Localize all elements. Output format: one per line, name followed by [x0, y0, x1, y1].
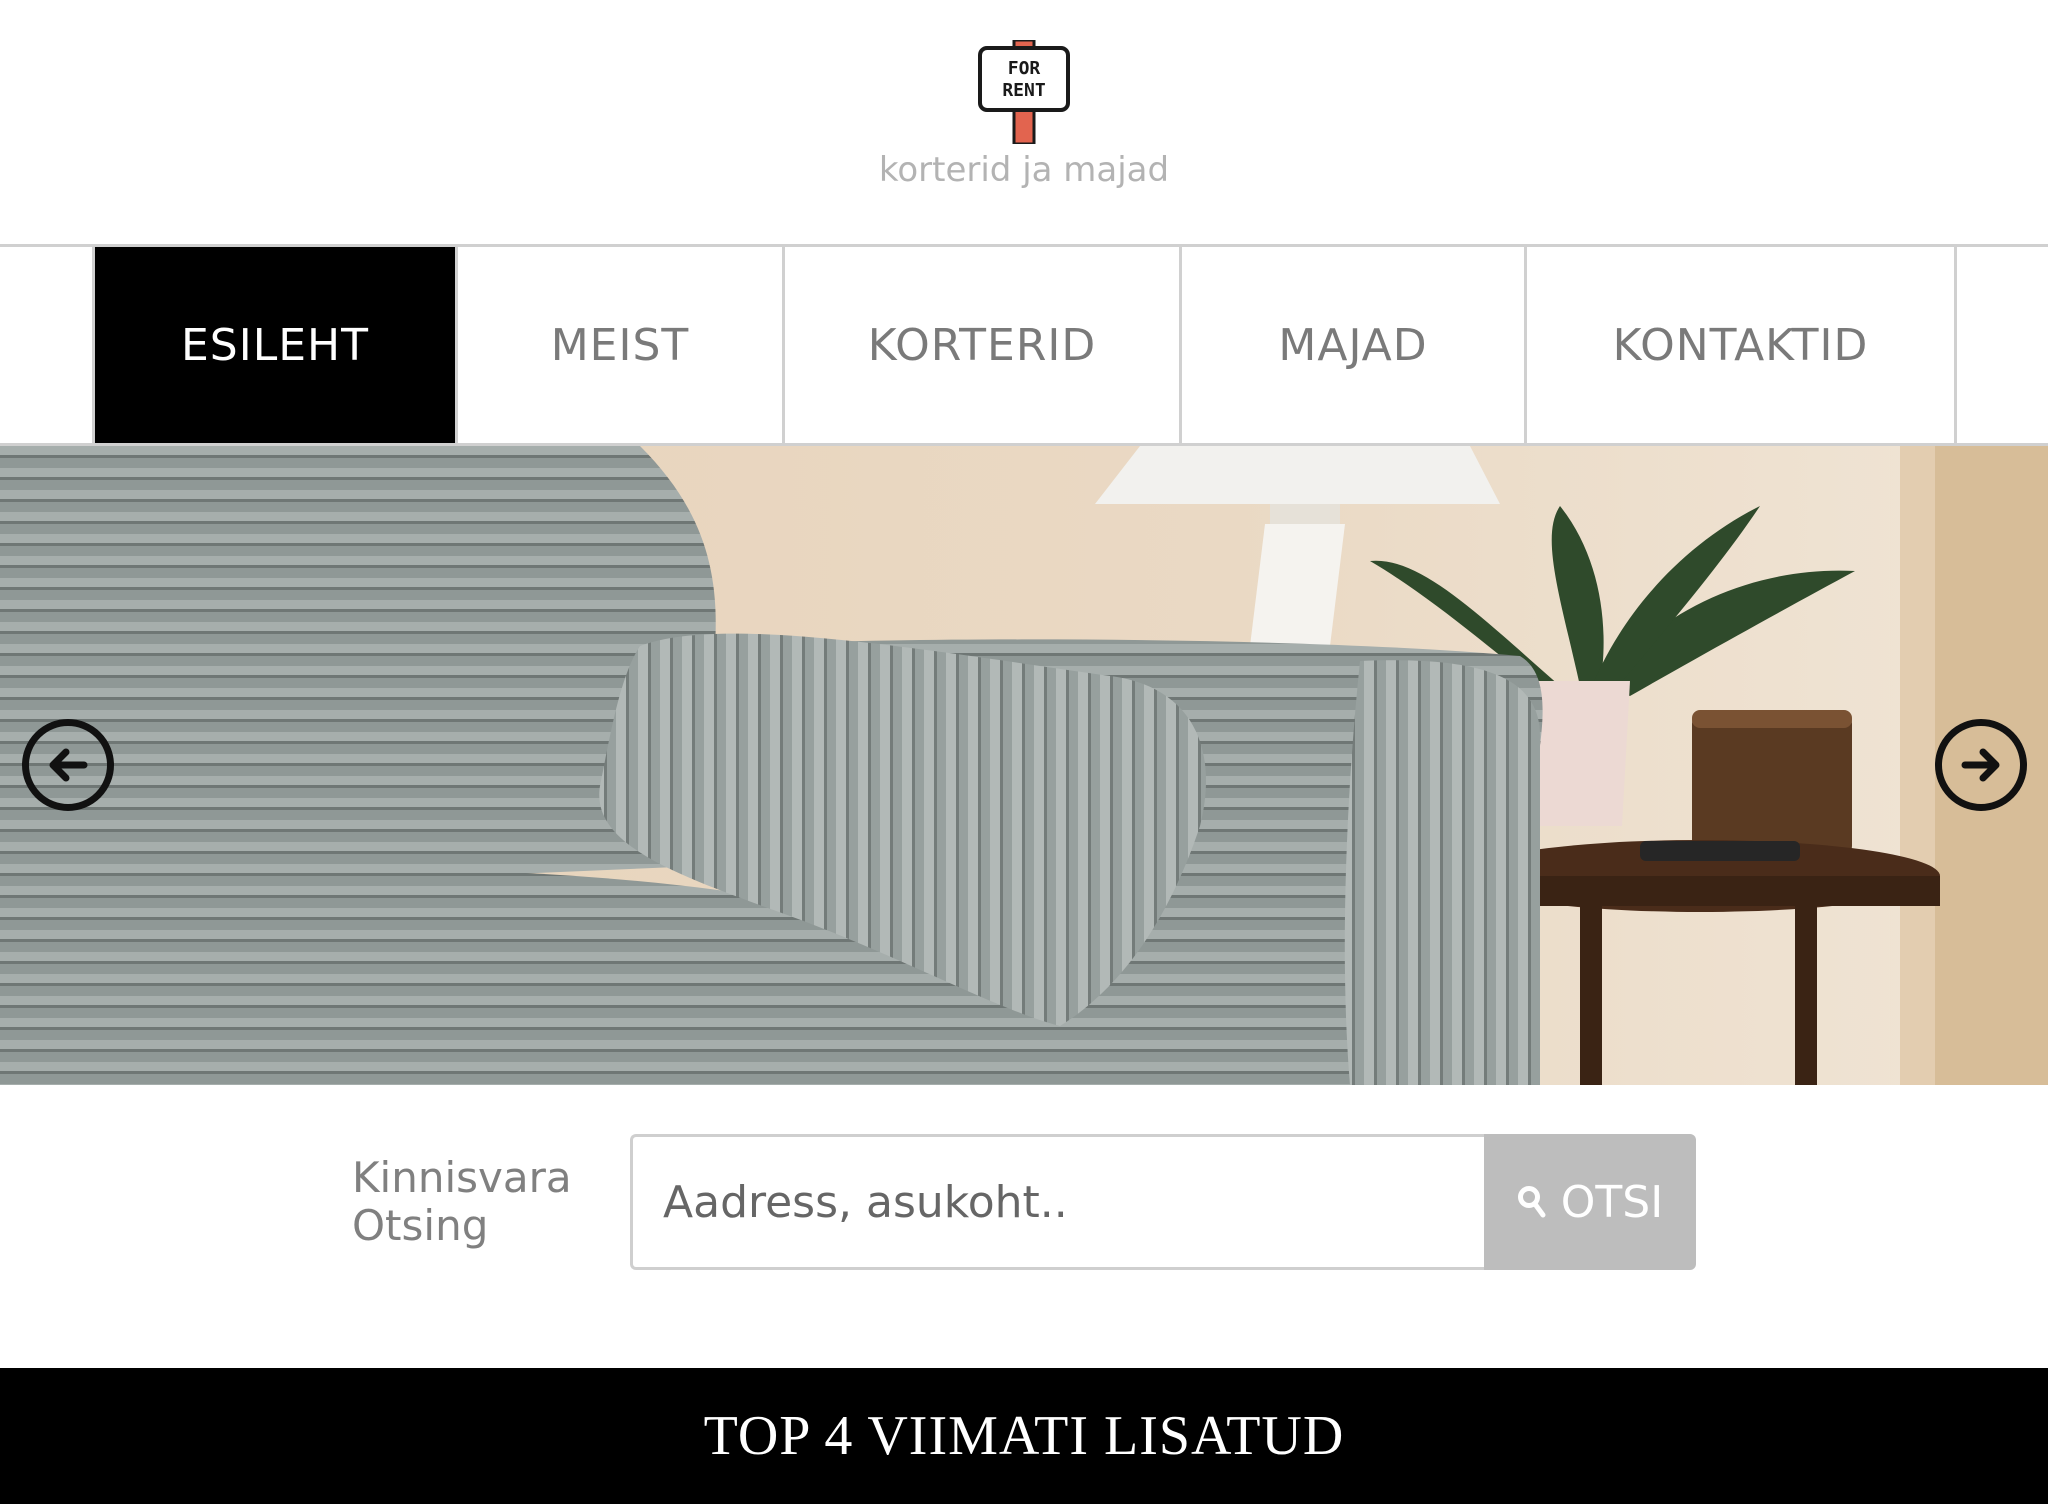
search-input[interactable]: [630, 1134, 1484, 1270]
nav-item-majad[interactable]: MAJAD: [1182, 247, 1527, 443]
slider-next-button[interactable]: [1935, 719, 2027, 811]
nav-item-meist[interactable]: MEIST: [458, 247, 785, 443]
nav-item-kontaktid[interactable]: KONTAKTID: [1527, 247, 1957, 443]
latest-listings-banner: TOP 4 VIIMATI LISATUD: [0, 1368, 2048, 1504]
hero-slider: [0, 446, 2048, 1085]
nav-item-esileht[interactable]: ESILEHT: [92, 247, 458, 443]
main-nav: ESILEHT MEIST KORTERID MAJAD KONTAKTID: [0, 244, 2048, 446]
hero-sofa-image: [0, 446, 2048, 1085]
section-title: TOP 4 VIIMATI LISATUD: [703, 1405, 1345, 1467]
search-label-line2: Otsing: [352, 1201, 489, 1250]
site-header: FOR RENT korterid ja majad: [0, 0, 2048, 246]
for-rent-sign-logo[interactable]: FOR RENT: [978, 38, 1070, 146]
slider-prev-button[interactable]: [22, 719, 114, 811]
nav-item-korterid[interactable]: KORTERID: [785, 247, 1182, 443]
search-icon: [1517, 1186, 1546, 1218]
sign-text-for: FOR: [1008, 58, 1041, 79]
search-label-line1: Kinnisvara: [352, 1153, 572, 1202]
search-label: Kinnisvara Otsing: [352, 1154, 572, 1250]
search-button-label: OTSI: [1560, 1176, 1664, 1228]
arrow-left-circle-icon: [49, 748, 88, 782]
site-tagline: korterid ja majad: [878, 150, 1170, 190]
sign-text-rent: RENT: [1002, 80, 1046, 101]
arrow-right-circle-icon: [1961, 748, 2000, 782]
search-button[interactable]: OTSI: [1484, 1134, 1696, 1270]
